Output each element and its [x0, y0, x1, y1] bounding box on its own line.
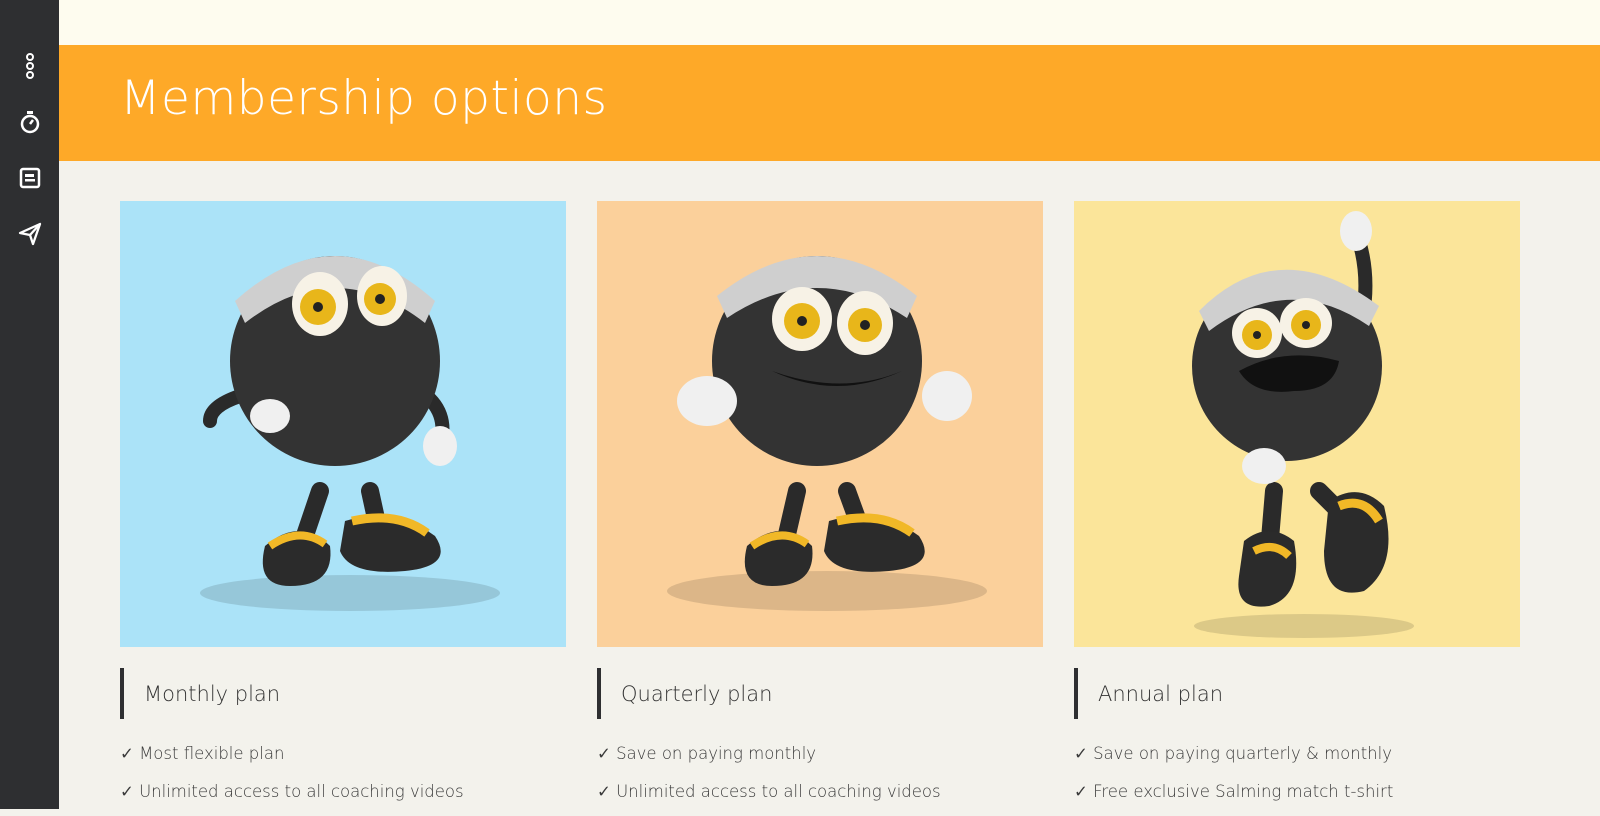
- plan-card-quarterly[interactable]: Quarterly plan ✓ Save on paying monthly …: [597, 201, 1043, 816]
- send-icon: [18, 222, 42, 246]
- plan-name: Annual plan: [1098, 681, 1224, 706]
- top-strip: [59, 0, 1600, 45]
- plan-name: Monthly plan: [144, 681, 281, 706]
- article-button[interactable]: [16, 164, 44, 192]
- plan-card-annual[interactable]: Annual plan ✓ Save on paying quarterly &…: [1074, 201, 1520, 816]
- hero-banner: Membership options: [59, 45, 1600, 161]
- plan-image: [597, 201, 1043, 647]
- feature-list: ✓ Save on paying monthly ✓ Unlimited acc…: [597, 740, 1043, 816]
- squash-ball-mascot-image: [1192, 211, 1414, 638]
- feature-list: ✓ Most flexible plan ✓ Unlimited access …: [120, 740, 566, 816]
- stopwatch-icon: [20, 111, 40, 134]
- plan-heading: Monthly plan: [120, 668, 566, 719]
- plan-image: [120, 201, 566, 647]
- feature-item: ✓ Save on paying quarterly & monthly: [1074, 744, 1392, 763]
- plan-name: Quarterly plan: [621, 681, 773, 706]
- send-button[interactable]: [16, 220, 44, 248]
- feature-item: ✓ Most flexible plan: [120, 744, 285, 763]
- feature-item: ✓ Save on paying monthly: [597, 744, 817, 763]
- plan-card-monthly[interactable]: Monthly plan ✓ Most flexible plan ✓ Unli…: [120, 201, 566, 816]
- page-title: Membership options: [120, 71, 608, 126]
- menu-dots-button[interactable]: [16, 52, 44, 80]
- feature-item: ✓ Unlimited access to all coaching video…: [120, 782, 464, 801]
- plan-heading: Quarterly plan: [597, 668, 1043, 719]
- plan-heading: Annual plan: [1074, 668, 1520, 719]
- feature-item: ✓ Free exclusive Salming match t-shirt: [1074, 782, 1394, 801]
- feature-item: ✓ Unlimited access to all coaching video…: [597, 782, 941, 801]
- sidebar: [0, 0, 59, 809]
- plan-image: [1074, 201, 1520, 647]
- article-icon: [19, 167, 41, 189]
- squash-ball-mascot-image: [200, 256, 500, 611]
- feature-list: ✓ Save on paying quarterly & monthly ✓ F…: [1074, 740, 1520, 816]
- stopwatch-button[interactable]: [16, 108, 44, 136]
- menu-dots-icon: [26, 53, 34, 79]
- squash-ball-mascot-image: [667, 256, 987, 611]
